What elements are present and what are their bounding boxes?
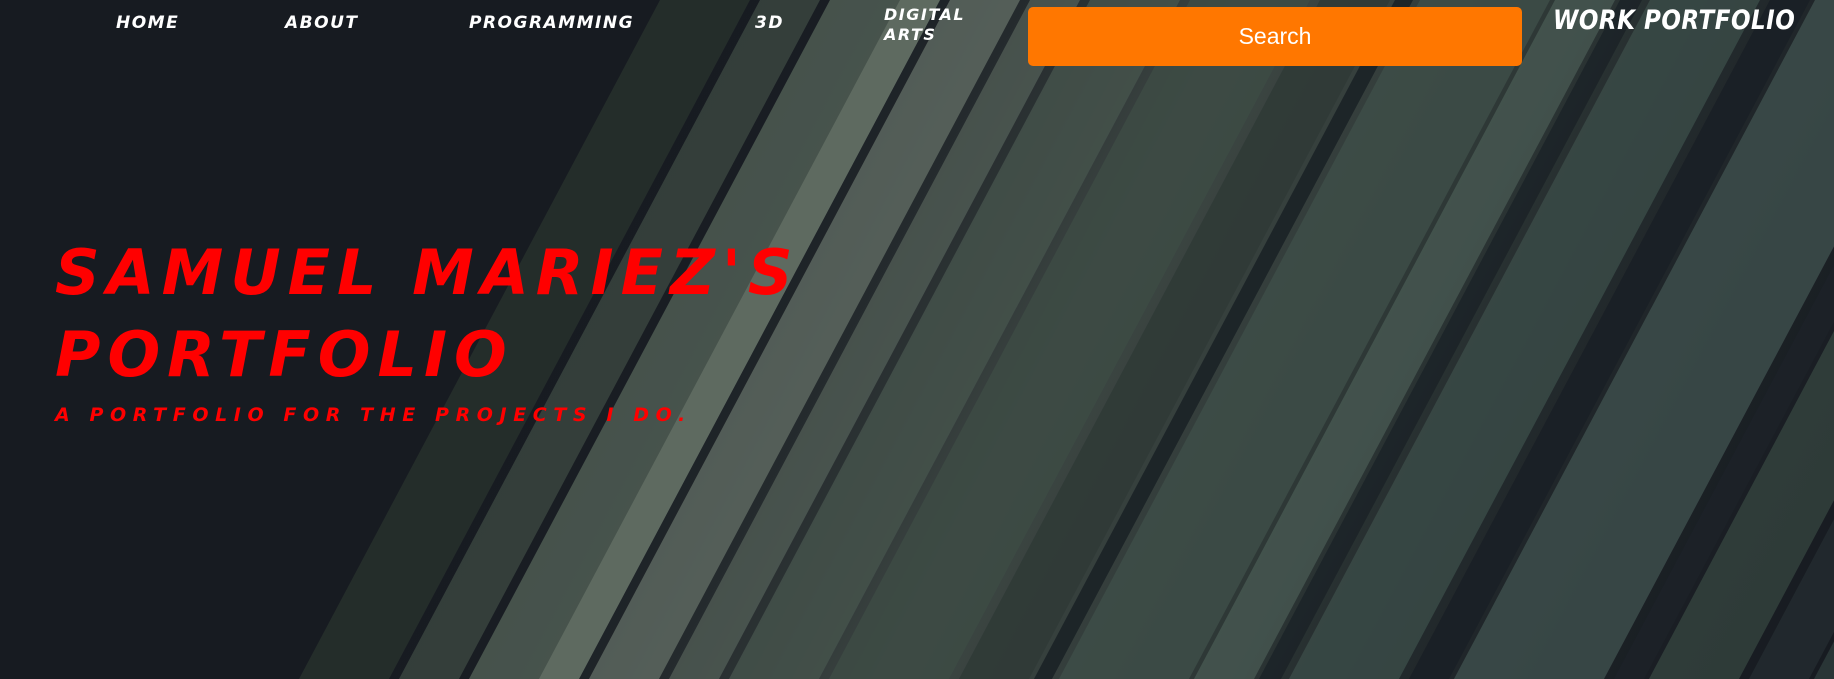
hero-section: SAMUEL MARIEZ'S PORTFOLIO A PORTFOLIO FO… [55,232,955,426]
nav-digital-arts-link[interactable]: DIGITAL ARTS [884,5,1004,45]
work-portfolio-link[interactable]: WORK PORTFOLIO [1553,6,1795,36]
portfolio-page: HOME ABOUT PROGRAMMING 3D DIGITAL ARTS W… [0,0,1834,679]
hero-title: SAMUEL MARIEZ'S PORTFOLIO [55,236,800,391]
search-input[interactable] [1028,7,1522,66]
hero-subtitle: A PORTFOLIO FOR THE PROJECTS I DO. [55,404,692,426]
nav-programming-link[interactable]: PROGRAMMING [469,15,634,32]
nav-3d-link[interactable]: 3D [755,15,784,32]
nav-home-link[interactable]: HOME [116,15,179,32]
nav-about-link[interactable]: ABOUT [285,15,358,32]
